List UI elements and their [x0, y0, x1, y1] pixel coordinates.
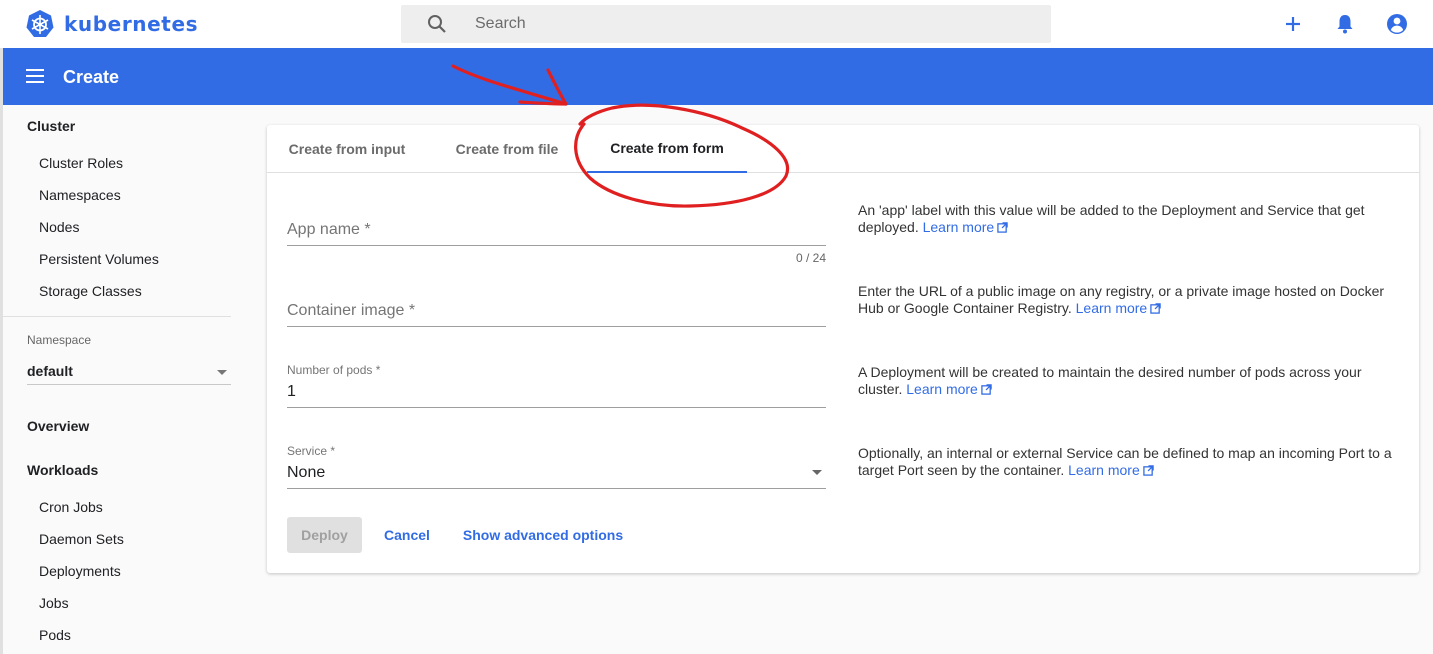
pods-learn-more-link[interactable]: Learn more: [906, 381, 992, 397]
tab-bar: Create from input Create from file Creat…: [267, 125, 1419, 173]
menu-icon[interactable]: [25, 66, 45, 86]
sidebar-item-cluster-roles[interactable]: Cluster Roles: [39, 155, 123, 171]
deploy-button[interactable]: Deploy: [287, 517, 362, 553]
sidebar-item-jobs[interactable]: Jobs: [39, 595, 69, 611]
service-select[interactable]: Service * None: [287, 444, 826, 490]
sidebar-section-workloads[interactable]: Workloads: [27, 462, 98, 478]
namespace-label: Namespace: [27, 333, 92, 347]
sidebar-item-deployments[interactable]: Deployments: [39, 563, 121, 579]
container-image-field[interactable]: Container image *: [287, 294, 826, 334]
service-value: None: [287, 464, 326, 481]
kubernetes-logo[interactable]: kubernetes: [25, 9, 198, 39]
search-input[interactable]: [475, 5, 1035, 43]
page-title: Create: [63, 67, 120, 87]
namespace-value: default: [27, 363, 73, 379]
app-name-input[interactable]: App name *: [287, 221, 371, 239]
sidebar-section-cluster[interactable]: Cluster: [27, 118, 75, 134]
service-underline: [287, 488, 826, 489]
service-label: Service *: [287, 444, 336, 458]
sidebar-divider: [3, 316, 231, 317]
app-name-help: An 'app' label with this value will be a…: [858, 202, 1398, 236]
create-card: Create from input Create from file Creat…: [267, 125, 1419, 573]
account-icon[interactable]: [1385, 12, 1409, 36]
sidebar-item-namespaces[interactable]: Namespaces: [39, 187, 121, 203]
app-name-char-counter: 0 / 24: [795, 251, 826, 265]
pods-label: Number of pods *: [287, 363, 381, 377]
sidebar-item-storage-classes[interactable]: Storage Classes: [39, 283, 142, 299]
notifications-icon[interactable]: [1333, 12, 1357, 36]
dropdown-arrow-icon: [217, 370, 227, 375]
sidebar-item-overview[interactable]: Overview: [27, 418, 89, 434]
cancel-button[interactable]: Cancel: [375, 517, 439, 553]
page-header: Create: [3, 48, 1433, 105]
container-image-underline: [287, 326, 826, 327]
kubernetes-wheel-icon: [26, 10, 54, 37]
tab-create-from-input[interactable]: Create from input: [267, 125, 427, 173]
service-learn-more-link[interactable]: Learn more: [1068, 462, 1154, 478]
brand-name: kubernetes: [64, 12, 199, 36]
namespace-select[interactable]: default: [27, 359, 231, 385]
sidebar: Cluster Cluster Roles Namespaces Nodes P…: [3, 105, 243, 654]
top-bar: kubernetes: [0, 0, 1433, 48]
sidebar-item-daemon-sets[interactable]: Daemon Sets: [39, 531, 124, 547]
container-image-learn-more-link[interactable]: Learn more: [1076, 300, 1162, 316]
pods-help: A Deployment will be created to maintain…: [858, 364, 1398, 398]
search-icon: [428, 15, 446, 33]
app-name-underline: [287, 245, 826, 246]
external-link-icon: [997, 222, 1008, 233]
search-bar: [401, 5, 1051, 43]
app-name-learn-more-link[interactable]: Learn more: [923, 219, 1009, 235]
pods-field[interactable]: Number of pods * 1: [287, 363, 826, 409]
external-link-icon: [1143, 465, 1154, 476]
container-image-input[interactable]: Container image *: [287, 302, 415, 320]
add-icon[interactable]: [1281, 12, 1305, 36]
service-help: Optionally, an internal or external Serv…: [858, 445, 1398, 479]
pods-underline: [287, 407, 826, 408]
external-link-icon: [981, 384, 992, 395]
tab-create-from-file[interactable]: Create from file: [427, 125, 587, 173]
app-name-field[interactable]: App name * 0 / 24: [287, 213, 826, 269]
dropdown-arrow-icon: [812, 470, 822, 475]
sidebar-item-cron-jobs[interactable]: Cron Jobs: [39, 499, 103, 515]
tab-create-from-form[interactable]: Create from form: [587, 125, 747, 173]
external-link-icon: [1150, 303, 1161, 314]
pods-input[interactable]: 1: [287, 383, 296, 401]
container-image-help: Enter the URL of a public image on any r…: [858, 283, 1398, 317]
show-advanced-options-button[interactable]: Show advanced options: [459, 517, 627, 553]
sidebar-item-pods[interactable]: Pods: [39, 627, 71, 643]
sidebar-item-persistent-volumes[interactable]: Persistent Volumes: [39, 251, 159, 267]
sidebar-item-nodes[interactable]: Nodes: [39, 219, 79, 235]
